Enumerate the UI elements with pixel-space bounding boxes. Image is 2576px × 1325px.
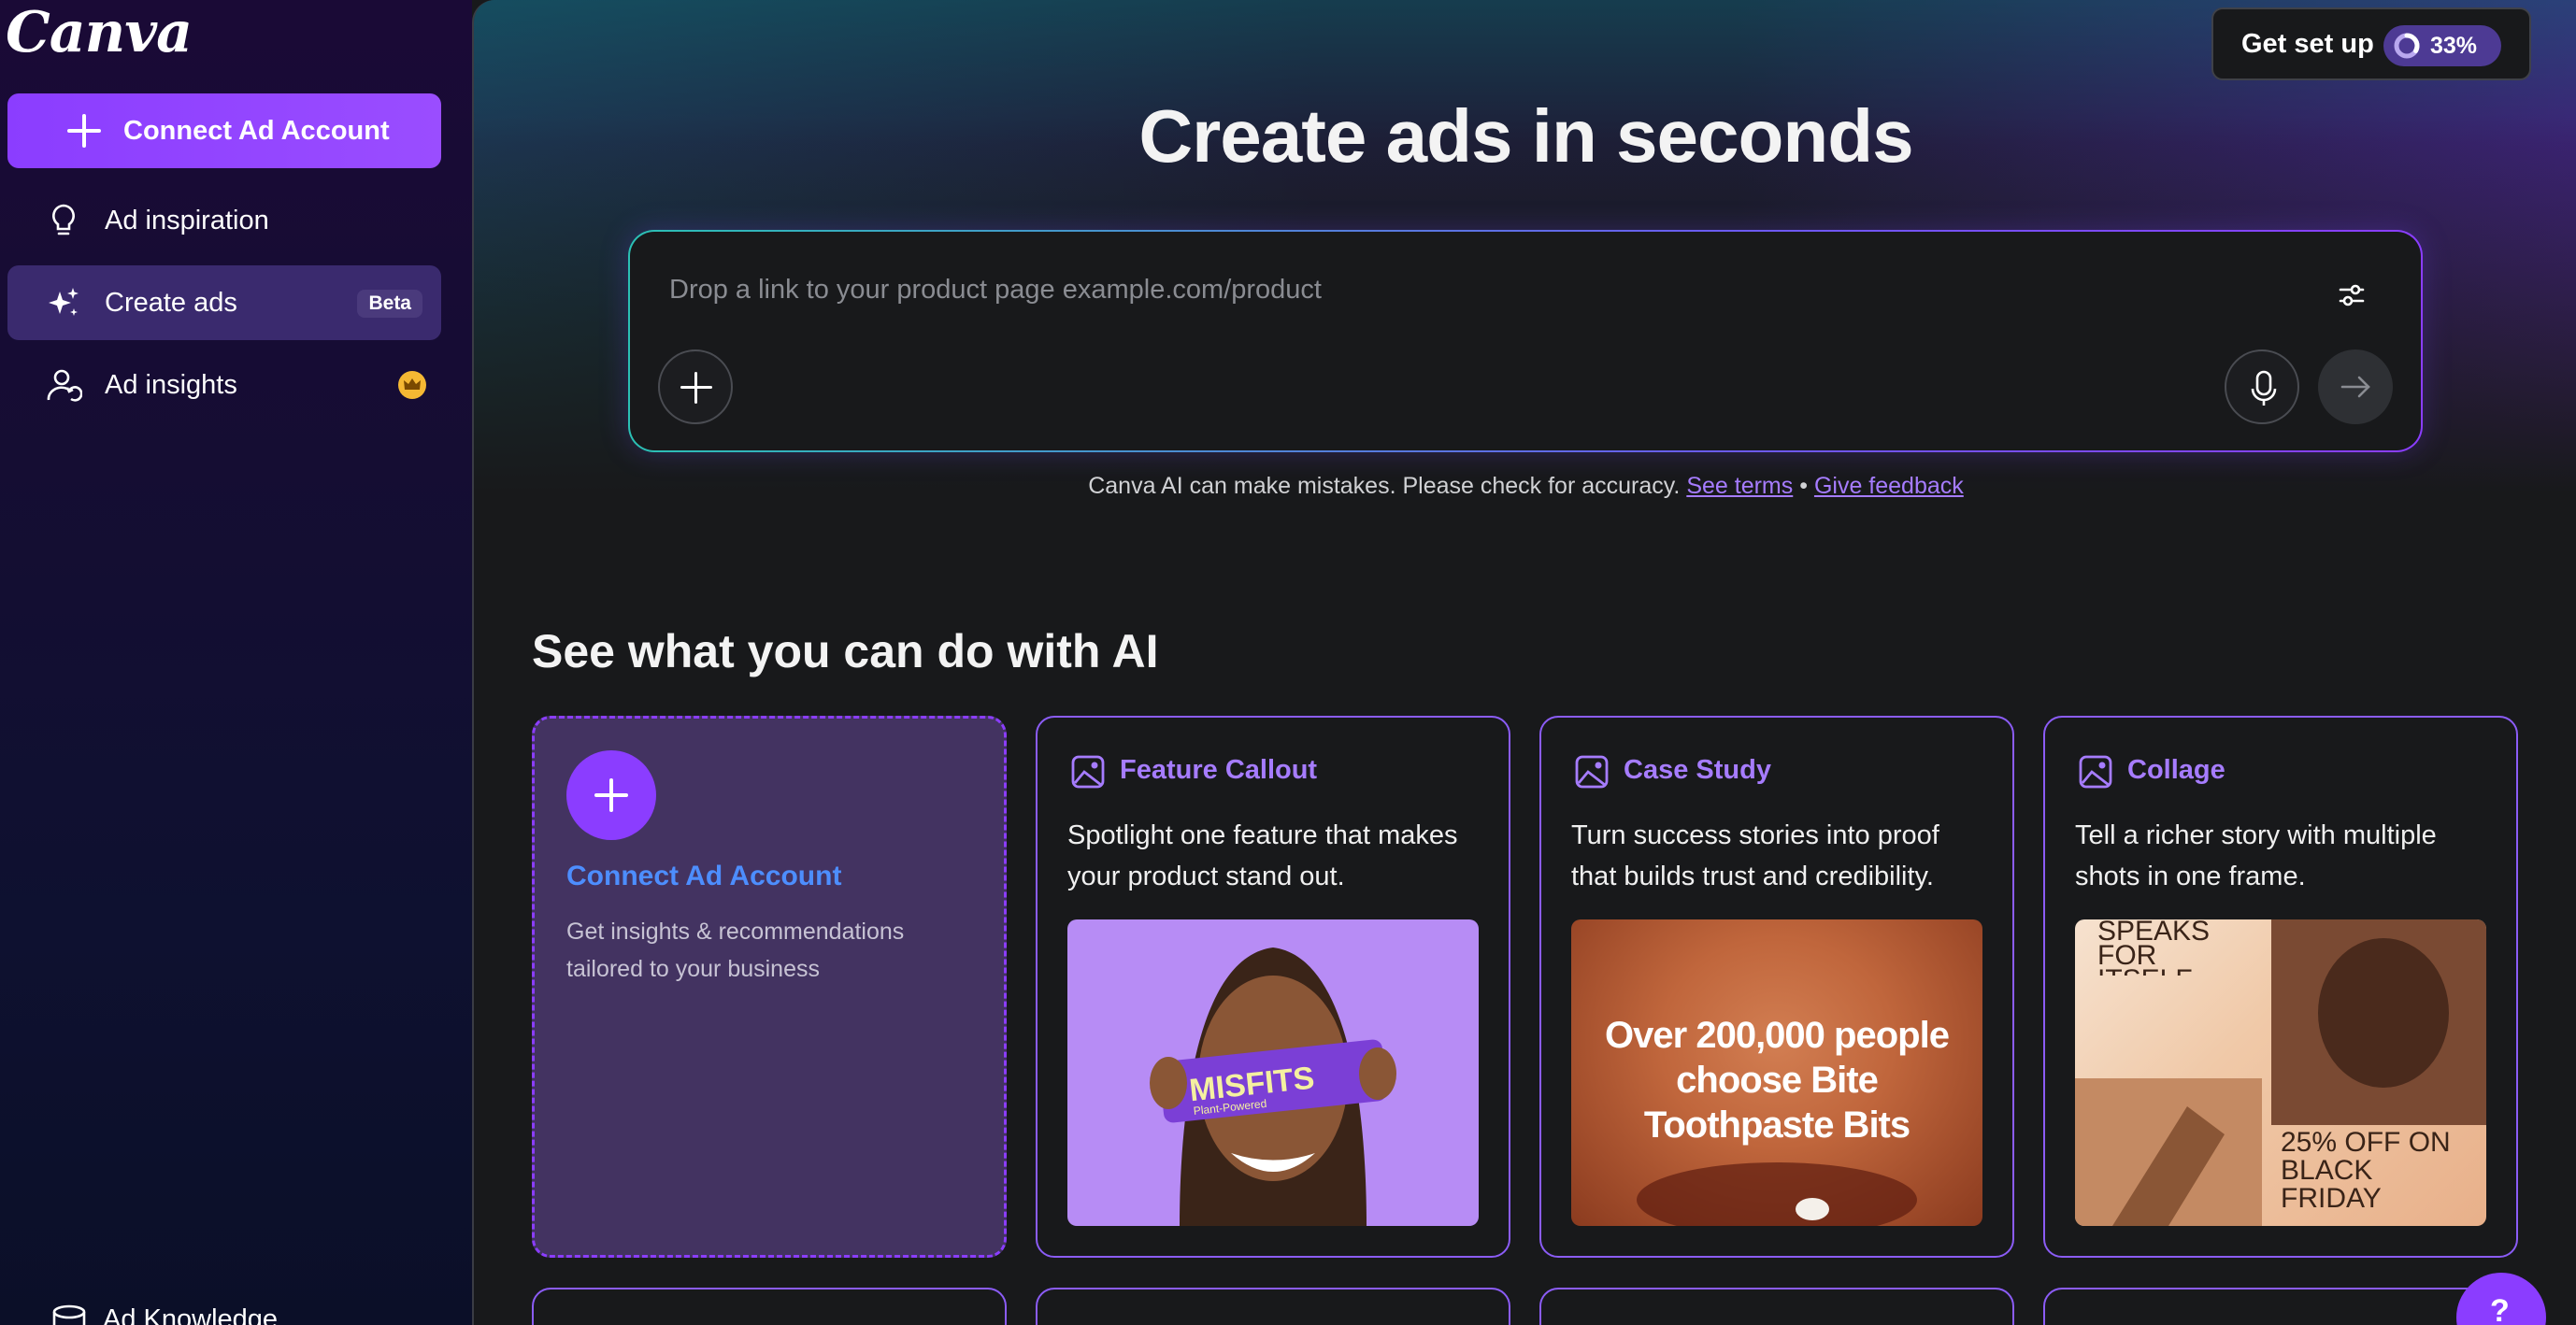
- card-title: Case Study: [1624, 755, 1771, 785]
- canva-logo[interactable]: Canva: [6, 0, 193, 65]
- get-set-up-button[interactable]: Get set up 33%: [2211, 7, 2531, 80]
- give-feedback-link[interactable]: Give feedback: [1814, 473, 1964, 499]
- see-terms-link[interactable]: See terms: [1686, 473, 1793, 499]
- add-attachment-button[interactable]: [658, 349, 733, 424]
- get-set-up-label: Get set up: [2241, 28, 2374, 59]
- connect-ad-account-button[interactable]: Connect Ad Account: [7, 93, 441, 168]
- case-study-image: Over 200,000 people choose Bite Toothpas…: [1571, 919, 1982, 1226]
- feature-callout-card[interactable]: Feature Callout Spotlight one feature th…: [1036, 716, 1510, 1258]
- collage-top-text: SPEAKS FOR ITSELF: [2097, 919, 2211, 976]
- connect-ad-account-card[interactable]: Connect Ad Account Get insights & recomm…: [532, 716, 1007, 1258]
- connect-ad-account-label: Connect Ad Account: [123, 115, 390, 146]
- sidebar-item-label: Ad insights: [105, 369, 237, 400]
- sidebar-item-ad-knowledge[interactable]: Ad Knowledge: [50, 1304, 278, 1325]
- disclaimer-text: Canva AI can make mistakes. Please check…: [1088, 473, 1681, 499]
- card-title: Feature Callout: [1120, 755, 1318, 785]
- user-refresh-icon: [45, 366, 83, 404]
- setup-progress-value: 33%: [2430, 32, 2478, 59]
- sidebar-item-ad-insights[interactable]: Ad insights: [7, 348, 441, 422]
- card-description: Spotlight one feature that makes your pr…: [1067, 820, 1458, 891]
- sliders-icon[interactable]: [2333, 277, 2370, 314]
- database-icon: [50, 1304, 88, 1325]
- progress-ring-icon: [2394, 33, 2420, 59]
- image-icon: [1069, 753, 1107, 791]
- collage-image: SPEAKS FOR ITSELF 25% OFF ON BLACK FRIDA…: [2075, 919, 2486, 1226]
- prompt-box: Drop a link to your product page example…: [628, 230, 2423, 452]
- image-icon: [2077, 753, 2114, 791]
- card-description: Get insights & recommendations tailored …: [566, 919, 905, 982]
- microphone-button[interactable]: [2225, 349, 2299, 424]
- sidebar-item-ad-inspiration[interactable]: Ad inspiration: [7, 183, 441, 258]
- hero-title: Create ads in seconds: [1138, 94, 1913, 178]
- image-icon: [1573, 753, 1610, 791]
- sparkle-icon: [45, 284, 82, 321]
- help-button[interactable]: ?: [2456, 1273, 2546, 1325]
- sidebar-item-label: Ad Knowledge: [103, 1304, 279, 1325]
- collage-bottom-text: 25% OFF ON BLACK FRIDAY: [2281, 1129, 2451, 1214]
- ai-disclaimer: Canva AI can make mistakes. Please check…: [474, 473, 2576, 500]
- arrow-right-icon: [2340, 376, 2370, 398]
- card-row2-1[interactable]: [532, 1288, 1007, 1325]
- sidebar-item-label: Create ads: [105, 287, 237, 318]
- sidebar-item-create-ads[interactable]: Create ads Beta: [7, 265, 441, 340]
- setup-progress-pill: 33%: [2383, 25, 2501, 66]
- send-button[interactable]: [2318, 349, 2393, 424]
- lightbulb-icon: [45, 202, 82, 239]
- microphone-icon: [2251, 370, 2277, 406]
- plus-icon: [566, 750, 656, 840]
- prompt-input[interactable]: Drop a link to your product page example…: [669, 275, 1322, 306]
- card-description: Tell a richer story with multiple shots …: [2075, 820, 2437, 891]
- card-row2-3[interactable]: [1539, 1288, 2014, 1325]
- card-description: Turn success stories into proof that bui…: [1571, 820, 1939, 891]
- case-study-headline: Over 200,000 people choose Bite Toothpas…: [1605, 1015, 1950, 1146]
- feature-callout-image: MISFITS Plant-Powered: [1067, 919, 1479, 1226]
- collage-card[interactable]: Collage Tell a richer story with multipl…: [2043, 716, 2518, 1258]
- beta-badge: Beta: [357, 290, 422, 318]
- plus-icon: [67, 114, 101, 148]
- case-study-card[interactable]: Case Study Turn success stories into pro…: [1539, 716, 2014, 1258]
- card-row2-4[interactable]: [2043, 1288, 2518, 1325]
- card-title: Connect Ad Account: [566, 861, 842, 891]
- crown-icon: [398, 371, 426, 399]
- help-label: ?: [2490, 1293, 2510, 1325]
- separator-dot: •: [1799, 473, 1808, 499]
- card-row2-2[interactable]: [1036, 1288, 1510, 1325]
- section-title: See what you can do with AI: [532, 625, 1159, 677]
- sidebar-item-label: Ad inspiration: [105, 205, 269, 235]
- card-title: Collage: [2127, 755, 2225, 785]
- sidebar: Canva Connect Ad Account Ad inspiration …: [0, 0, 472, 1325]
- prompt-inner: Drop a link to your product page example…: [630, 232, 2421, 450]
- app-root: Canva Connect Ad Account Ad inspiration …: [0, 0, 2576, 1325]
- main-content: Get set up 33% Create ads in seconds Dro…: [472, 0, 2576, 1325]
